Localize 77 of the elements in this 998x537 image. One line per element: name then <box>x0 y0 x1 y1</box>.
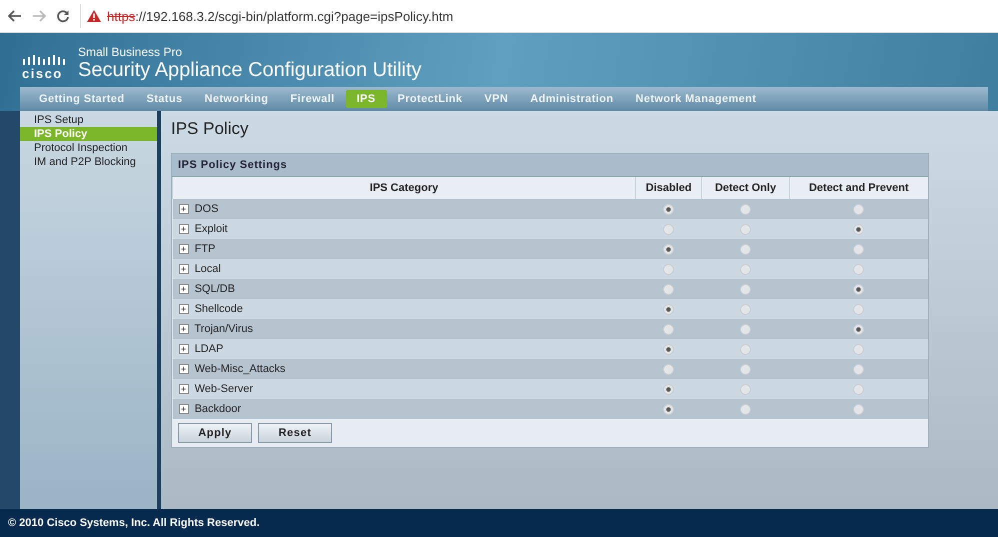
radio-button[interactable] <box>663 324 674 335</box>
radio-button[interactable] <box>853 224 864 235</box>
category-name: Trojan/Virus <box>194 323 254 335</box>
forward-icon[interactable] <box>32 10 46 22</box>
expand-icon[interactable]: + <box>178 204 188 214</box>
category-name: SQL/DB <box>194 283 235 295</box>
action-button[interactable]: Reset <box>258 423 332 443</box>
radio-button[interactable] <box>663 224 674 235</box>
category-name: Web-Misc_Attacks <box>194 363 286 375</box>
radio-button[interactable] <box>740 344 752 355</box>
category-name: Exploit <box>194 223 228 235</box>
column-header: IPS Category <box>172 177 636 199</box>
expand-icon[interactable]: + <box>178 324 188 334</box>
radio-button[interactable] <box>663 284 674 295</box>
expand-icon[interactable]: + <box>178 304 188 314</box>
expand-icon[interactable]: + <box>178 384 188 394</box>
radio-button[interactable] <box>853 344 864 355</box>
radio-button[interactable] <box>740 404 752 415</box>
action-button[interactable]: Apply <box>178 423 252 443</box>
category-name: Backdoor <box>194 403 242 415</box>
category-name: Local <box>194 263 221 275</box>
radio-button[interactable] <box>663 404 674 415</box>
radio-button[interactable] <box>740 244 752 255</box>
expand-icon[interactable]: + <box>178 224 188 234</box>
category-name: Web-Server <box>194 383 254 395</box>
radio-button[interactable] <box>853 284 864 295</box>
expand-icon[interactable]: + <box>178 264 188 274</box>
logo-wordmark: cisco <box>22 66 63 81</box>
expand-icon[interactable]: + <box>178 364 188 374</box>
page-title: IPS Policy <box>171 119 250 139</box>
radio-button[interactable] <box>663 364 674 375</box>
radio-button[interactable] <box>740 304 752 315</box>
expand-icon[interactable]: + <box>178 284 188 294</box>
radio-button[interactable] <box>853 324 864 335</box>
radio-button[interactable] <box>740 284 752 295</box>
url-scheme: https <box>107 8 136 24</box>
radio-button[interactable] <box>740 384 752 395</box>
category-name: DOS <box>194 203 218 215</box>
radio-button[interactable] <box>853 204 864 215</box>
radio-button[interactable] <box>853 264 864 275</box>
sidebar-item[interactable]: IPS Setup <box>20 113 157 127</box>
radio-button[interactable] <box>740 264 752 275</box>
category-name: LDAP <box>194 343 224 355</box>
reload-icon[interactable] <box>56 9 70 23</box>
radio-button[interactable] <box>853 404 864 415</box>
url-text: ://192.168.3.2/scgi-bin/platform.cgi?page=ipsPolicy.htm <box>135 8 454 24</box>
radio-button[interactable] <box>663 204 674 215</box>
sidebar-item[interactable]: IM and P2P Blocking <box>20 155 157 169</box>
column-header: Detect Only <box>702 177 790 199</box>
product-subtitle: Small Business Pro <box>78 45 184 59</box>
expand-icon[interactable]: + <box>178 244 188 254</box>
radio-button[interactable] <box>663 304 674 315</box>
sidebar-item[interactable]: Protocol Inspection <box>20 141 157 155</box>
app-title: Security Appliance Configuration Utility <box>78 59 422 81</box>
radio-button[interactable] <box>740 204 752 215</box>
radio-button[interactable] <box>853 244 864 255</box>
radio-button[interactable] <box>740 364 752 375</box>
radio-button[interactable] <box>663 244 674 255</box>
column-header: Detect and Prevent <box>789 177 928 199</box>
radio-button[interactable] <box>740 324 752 335</box>
radio-button[interactable] <box>853 364 864 375</box>
category-name: FTP <box>194 243 216 255</box>
address-bar[interactable]: https://192.168.3.2/scgi-bin/platform.cgi?page=ipsPolicy.htm <box>80 4 998 28</box>
category-name: Shellcode <box>194 303 243 315</box>
radio-button[interactable] <box>740 224 752 235</box>
column-header: Disabled <box>636 177 702 199</box>
panel-title: IPS Policy Settings <box>172 154 928 177</box>
radio-button[interactable] <box>663 344 674 355</box>
logo-bars-icon <box>22 55 66 65</box>
radio-button[interactable] <box>663 384 674 395</box>
copyright-text: © 2010 Cisco Systems, Inc. All Rights Reserved. <box>8 517 260 529</box>
expand-icon[interactable]: + <box>178 404 188 414</box>
expand-icon[interactable]: + <box>178 344 188 354</box>
back-icon[interactable] <box>8 10 22 22</box>
radio-button[interactable] <box>853 384 864 395</box>
radio-button[interactable] <box>853 304 864 315</box>
radio-button[interactable] <box>663 264 674 275</box>
